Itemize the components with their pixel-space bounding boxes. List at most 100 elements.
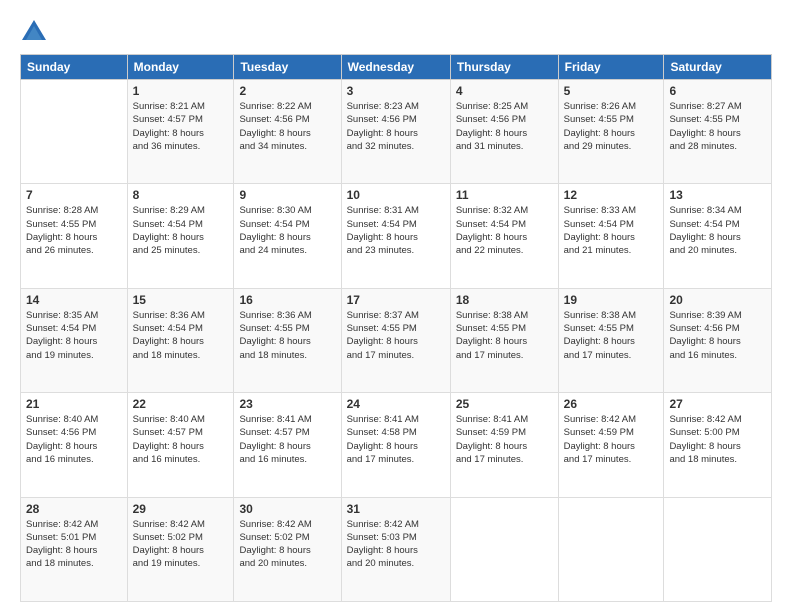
day-number: 16: [239, 293, 335, 307]
day-cell: 28 Sunrise: 8:42 AM Sunset: 5:01 PM Dayli…: [21, 497, 128, 601]
day-info: Sunrise: 8:25 AM Sunset: 4:56 PM Dayligh…: [456, 101, 528, 152]
day-info: Sunrise: 8:42 AM Sunset: 5:01 PM Dayligh…: [26, 519, 98, 570]
weekday-header-sunday: Sunday: [21, 55, 128, 80]
day-number: 27: [669, 397, 766, 411]
day-cell: 3Sunrise: 8:23 AM Sunset: 4:56 PM Daylig…: [341, 80, 450, 184]
calendar-body: 1 Sunrise: 8:21 AM Sunset: 4:57 PM Daylig…: [21, 80, 772, 602]
day-number: 2: [239, 84, 335, 98]
day-cell: [21, 80, 128, 184]
day-cell: 10Sunrise: 8:31 AM Sunset: 4:54 PM Dayli…: [341, 184, 450, 288]
day-number: 31: [347, 502, 445, 516]
day-cell: 12 Sunrise: 8:33 AM Sunset: 4:54 PM Dayli…: [558, 184, 664, 288]
day-number: 1: [133, 84, 229, 98]
day-info: Sunrise: 8:42 AM Sunset: 4:59 PM Dayligh…: [564, 414, 636, 465]
weekday-header-thursday: Thursday: [450, 55, 558, 80]
day-cell: 13 Sunrise: 8:34 AM Sunset: 4:54 PM Dayli…: [664, 184, 772, 288]
logo: [20, 18, 52, 46]
day-cell: 23 Sunrise: 8:41 AM Sunset: 4:57 PM Dayli…: [234, 393, 341, 497]
calendar-table: SundayMondayTuesdayWednesdayThursdayFrid…: [20, 54, 772, 602]
day-info: Sunrise: 8:37 AM Sunset: 4:55 PM Dayligh…: [347, 310, 419, 361]
day-info: Sunrise: 8:21 AM Sunset: 4:57 PM Dayligh…: [133, 101, 205, 152]
day-info: Sunrise: 8:26 AM Sunset: 4:55 PM Dayligh…: [564, 101, 636, 152]
day-cell: 21 Sunrise: 8:40 AM Sunset: 4:56 PM Dayli…: [21, 393, 128, 497]
day-info: Sunrise: 8:42 AM Sunset: 5:02 PM Dayligh…: [239, 519, 311, 570]
page: SundayMondayTuesdayWednesdayThursdayFrid…: [0, 0, 792, 612]
day-cell: 31Sunrise: 8:42 AM Sunset: 5:03 PM Dayli…: [341, 497, 450, 601]
day-cell: 26 Sunrise: 8:42 AM Sunset: 4:59 PM Dayli…: [558, 393, 664, 497]
day-cell: 16 Sunrise: 8:36 AM Sunset: 4:55 PM Dayli…: [234, 288, 341, 392]
day-number: 8: [133, 188, 229, 202]
day-info: Sunrise: 8:39 AM Sunset: 4:56 PM Dayligh…: [669, 310, 741, 361]
day-cell: 4 Sunrise: 8:25 AM Sunset: 4:56 PM Daylig…: [450, 80, 558, 184]
day-info: Sunrise: 8:33 AM Sunset: 4:54 PM Dayligh…: [564, 205, 636, 256]
day-cell: 22Sunrise: 8:40 AM Sunset: 4:57 PM Dayli…: [127, 393, 234, 497]
weekday-header-tuesday: Tuesday: [234, 55, 341, 80]
day-cell: 17 Sunrise: 8:37 AM Sunset: 4:55 PM Dayli…: [341, 288, 450, 392]
day-info: Sunrise: 8:38 AM Sunset: 4:55 PM Dayligh…: [456, 310, 528, 361]
day-number: 14: [26, 293, 122, 307]
day-info: Sunrise: 8:23 AM Sunset: 4:56 PM Dayligh…: [347, 101, 419, 152]
day-number: 19: [564, 293, 659, 307]
weekday-header-wednesday: Wednesday: [341, 55, 450, 80]
day-info: Sunrise: 8:27 AM Sunset: 4:55 PM Dayligh…: [669, 101, 741, 152]
day-cell: [664, 497, 772, 601]
day-cell: 1 Sunrise: 8:21 AM Sunset: 4:57 PM Daylig…: [127, 80, 234, 184]
day-cell: [558, 497, 664, 601]
day-cell: 25Sunrise: 8:41 AM Sunset: 4:59 PM Dayli…: [450, 393, 558, 497]
day-cell: 11 Sunrise: 8:32 AM Sunset: 4:54 PM Dayli…: [450, 184, 558, 288]
day-cell: 20 Sunrise: 8:39 AM Sunset: 4:56 PM Dayli…: [664, 288, 772, 392]
day-number: 11: [456, 188, 553, 202]
day-info: Sunrise: 8:42 AM Sunset: 5:00 PM Dayligh…: [669, 414, 741, 465]
day-cell: 15 Sunrise: 8:36 AM Sunset: 4:54 PM Dayli…: [127, 288, 234, 392]
day-number: 26: [564, 397, 659, 411]
week-row-5: 28 Sunrise: 8:42 AM Sunset: 5:01 PM Dayli…: [21, 497, 772, 601]
day-info: Sunrise: 8:29 AM Sunset: 4:54 PM Dayligh…: [133, 205, 205, 256]
day-info: Sunrise: 8:32 AM Sunset: 4:54 PM Dayligh…: [456, 205, 528, 256]
week-row-2: 7 Sunrise: 8:28 AM Sunset: 4:55 PM Daylig…: [21, 184, 772, 288]
day-info: Sunrise: 8:40 AM Sunset: 4:56 PM Dayligh…: [26, 414, 98, 465]
day-number: 12: [564, 188, 659, 202]
day-number: 24: [347, 397, 445, 411]
day-cell: 9 Sunrise: 8:30 AM Sunset: 4:54 PM Daylig…: [234, 184, 341, 288]
calendar-header: SundayMondayTuesdayWednesdayThursdayFrid…: [21, 55, 772, 80]
day-number: 20: [669, 293, 766, 307]
weekday-header-monday: Monday: [127, 55, 234, 80]
day-info: Sunrise: 8:40 AM Sunset: 4:57 PM Dayligh…: [133, 414, 205, 465]
day-cell: 7 Sunrise: 8:28 AM Sunset: 4:55 PM Daylig…: [21, 184, 128, 288]
day-number: 30: [239, 502, 335, 516]
day-number: 28: [26, 502, 122, 516]
day-number: 4: [456, 84, 553, 98]
day-cell: 29 Sunrise: 8:42 AM Sunset: 5:02 PM Dayli…: [127, 497, 234, 601]
day-number: 5: [564, 84, 659, 98]
day-info: Sunrise: 8:38 AM Sunset: 4:55 PM Dayligh…: [564, 310, 636, 361]
day-number: 7: [26, 188, 122, 202]
day-number: 13: [669, 188, 766, 202]
day-info: Sunrise: 8:28 AM Sunset: 4:55 PM Dayligh…: [26, 205, 98, 256]
day-info: Sunrise: 8:36 AM Sunset: 4:55 PM Dayligh…: [239, 310, 311, 361]
day-info: Sunrise: 8:30 AM Sunset: 4:54 PM Dayligh…: [239, 205, 311, 256]
day-info: Sunrise: 8:41 AM Sunset: 4:57 PM Dayligh…: [239, 414, 311, 465]
day-info: Sunrise: 8:36 AM Sunset: 4:54 PM Dayligh…: [133, 310, 205, 361]
day-cell: 18Sunrise: 8:38 AM Sunset: 4:55 PM Dayli…: [450, 288, 558, 392]
day-cell: 5 Sunrise: 8:26 AM Sunset: 4:55 PM Daylig…: [558, 80, 664, 184]
day-number: 15: [133, 293, 229, 307]
header: [20, 18, 772, 46]
logo-icon: [20, 18, 48, 46]
day-info: Sunrise: 8:31 AM Sunset: 4:54 PM Dayligh…: [347, 205, 419, 256]
day-info: Sunrise: 8:41 AM Sunset: 4:58 PM Dayligh…: [347, 414, 419, 465]
day-cell: [450, 497, 558, 601]
weekday-row: SundayMondayTuesdayWednesdayThursdayFrid…: [21, 55, 772, 80]
weekday-header-saturday: Saturday: [664, 55, 772, 80]
day-info: Sunrise: 8:34 AM Sunset: 4:54 PM Dayligh…: [669, 205, 741, 256]
week-row-4: 21 Sunrise: 8:40 AM Sunset: 4:56 PM Dayli…: [21, 393, 772, 497]
day-cell: 27 Sunrise: 8:42 AM Sunset: 5:00 PM Dayli…: [664, 393, 772, 497]
day-info: Sunrise: 8:42 AM Sunset: 5:02 PM Dayligh…: [133, 519, 205, 570]
day-number: 9: [239, 188, 335, 202]
day-number: 23: [239, 397, 335, 411]
day-cell: 14Sunrise: 8:35 AM Sunset: 4:54 PM Dayli…: [21, 288, 128, 392]
day-number: 6: [669, 84, 766, 98]
day-number: 21: [26, 397, 122, 411]
day-number: 29: [133, 502, 229, 516]
day-number: 17: [347, 293, 445, 307]
week-row-1: 1 Sunrise: 8:21 AM Sunset: 4:57 PM Daylig…: [21, 80, 772, 184]
